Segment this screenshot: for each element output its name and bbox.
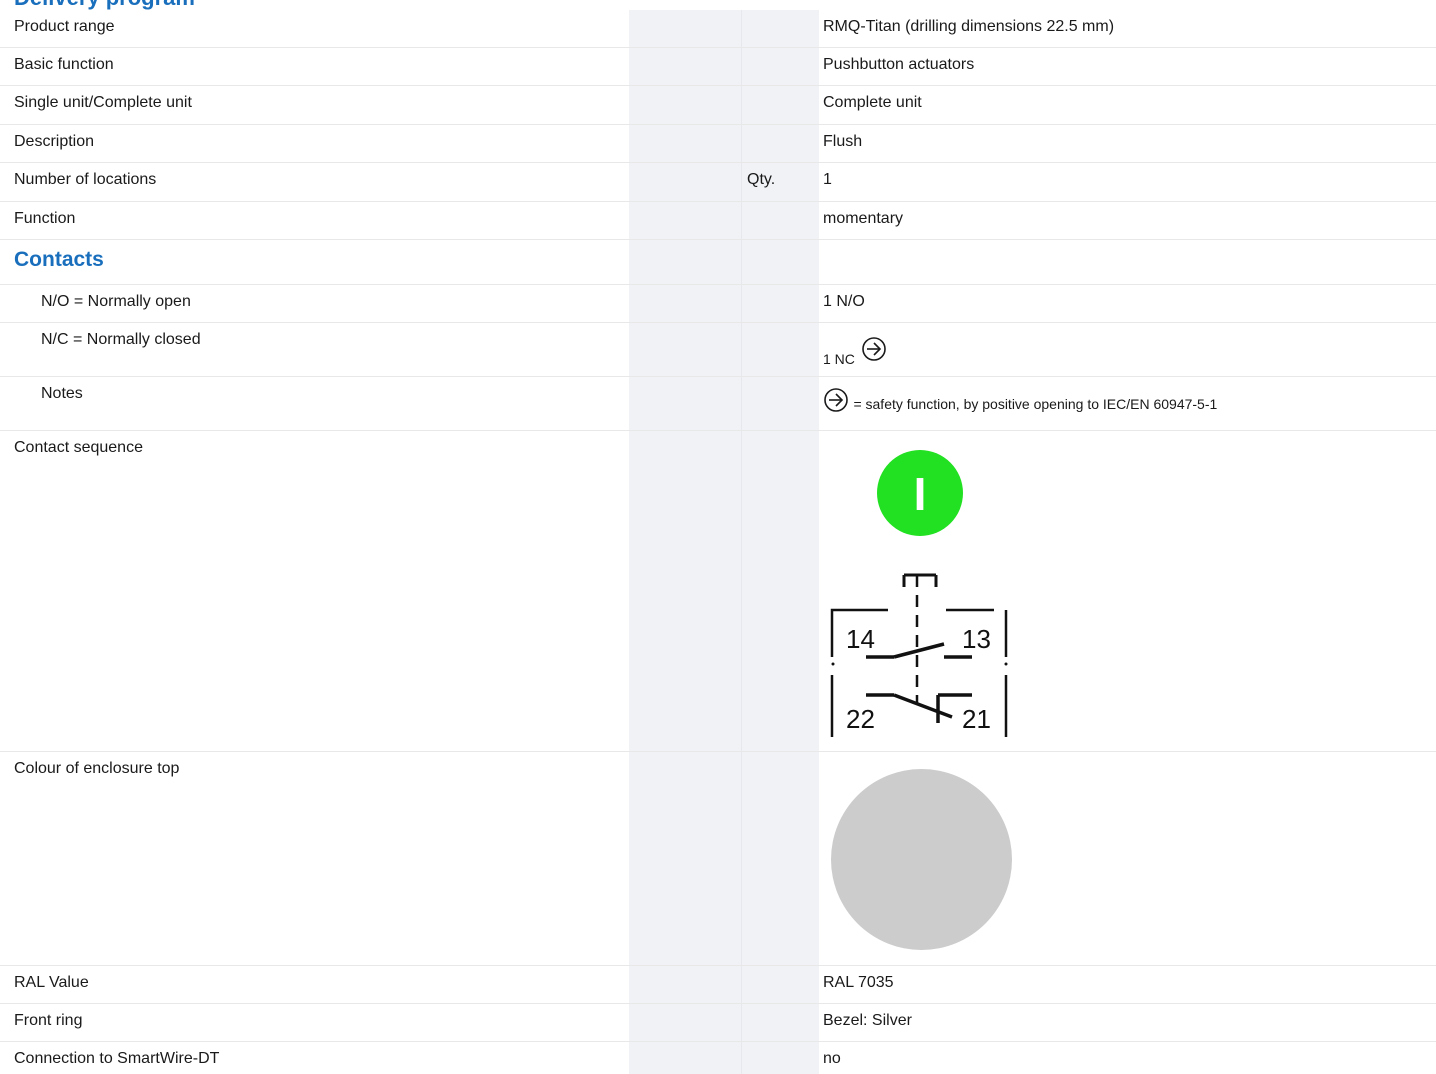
terminal-21: 21 <box>962 704 991 734</box>
row-label: Front ring <box>14 1012 83 1029</box>
terminal-22: 22 <box>846 704 875 734</box>
table-row: Number of locations Qty. 1 <box>0 163 1436 202</box>
row-unit: Qty. <box>747 171 776 188</box>
terminal-14: 14 <box>846 624 875 654</box>
row-label: Contact sequence <box>14 439 143 456</box>
terminal-13: 13 <box>962 624 991 654</box>
row-label: Colour of enclosure top <box>14 760 180 777</box>
table-row: Basic function Pushbutton actuators <box>0 48 1436 86</box>
row-label: N/C = Normally closed <box>41 331 201 348</box>
row-label: RAL Value <box>14 974 89 991</box>
table-row: Function momentary <box>0 202 1436 240</box>
table-row: N/C = Normally closed 1 NC <box>0 323 1436 377</box>
enclosure-colour-swatch <box>831 769 1012 950</box>
row-label: Number of locations <box>14 171 157 188</box>
row-label: Connection to SmartWire-DT <box>14 1050 220 1067</box>
row-value: RMQ-Titan (drilling dimensions 22.5 mm) <box>823 18 1115 35</box>
table-row: Contact sequence I 14 13 22 21 <box>0 431 1436 752</box>
table-row: Description Flush <box>0 125 1436 163</box>
row-label: N/O = Normally open <box>41 293 191 310</box>
row-value: Bezel: Silver <box>823 1012 912 1029</box>
row-value: momentary <box>823 210 904 227</box>
row-label: Function <box>14 210 76 227</box>
table-row: Notes = safety function, by positive ope… <box>0 377 1436 431</box>
row-label: Basic function <box>14 56 114 73</box>
row-value: no <box>823 1050 841 1067</box>
positive-opening-arrow-icon <box>862 337 887 361</box>
notes-text: = safety function, by positive opening t… <box>853 396 1218 412</box>
row-value: RAL 7035 <box>823 974 894 991</box>
row-label: Description <box>14 133 95 150</box>
section-title-contacts: Contacts <box>14 248 104 271</box>
table-row: Colour of enclosure top <box>0 752 1436 966</box>
positive-opening-arrow-icon <box>824 388 848 412</box>
table-row: RAL Value RAL 7035 <box>0 966 1436 1004</box>
row-value: 1 <box>823 171 832 188</box>
table-row: Connection to SmartWire-DT no <box>0 1042 1436 1074</box>
row-value: Pushbutton actuators <box>823 56 975 73</box>
row-label: Single unit/Complete unit <box>14 94 192 111</box>
section-header: Contacts <box>0 240 1436 285</box>
row-value: = safety function, by positive opening t… <box>823 387 1217 414</box>
nc-value-text: 1 NC <box>823 351 855 367</box>
table-row: Single unit/Complete unit Complete unit <box>0 86 1436 125</box>
contact-sequence-diagram: I 14 13 22 21 <box>830 450 1008 737</box>
row-value: 1 N/O <box>823 293 865 310</box>
row-value: Flush <box>823 133 863 150</box>
row-label: Product range <box>14 18 115 35</box>
button-label: I <box>914 468 927 520</box>
table-row: Product range RMQ-Titan (drilling dimens… <box>0 10 1436 48</box>
row-value: 1 NC <box>823 336 887 369</box>
row-label: Notes <box>41 385 83 402</box>
table-row: N/O = Normally open 1 N/O <box>0 285 1436 323</box>
table-row: Front ring Bezel: Silver <box>0 1004 1436 1042</box>
row-value: Complete unit <box>823 94 922 111</box>
